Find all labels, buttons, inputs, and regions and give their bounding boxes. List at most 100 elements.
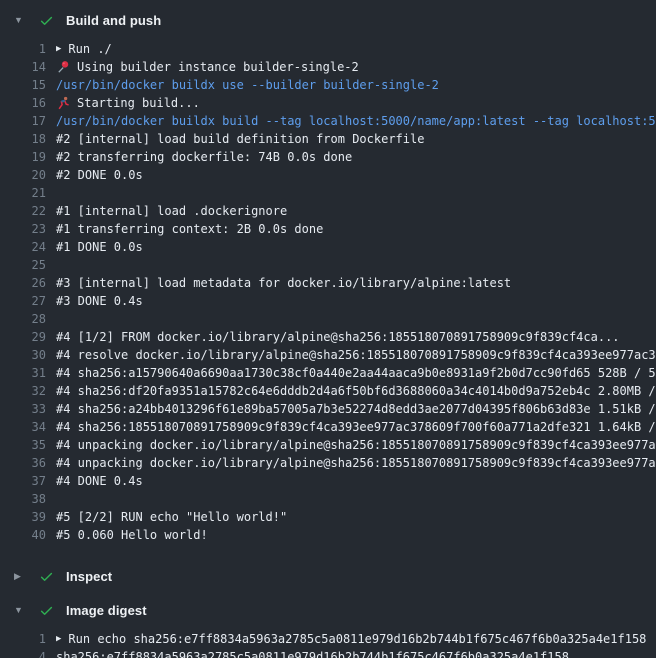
log-line: 35 #4 unpacking docker.io/library/alpine@… xyxy=(0,436,656,454)
log-text: #4 DONE 0.4s xyxy=(56,472,656,490)
line-number[interactable]: 15 xyxy=(0,76,46,94)
log-text: #4 sha256:df20fa9351a15782c64e6dddb2d4a6… xyxy=(56,382,656,400)
line-number[interactable]: 14 xyxy=(0,58,46,76)
chevron-down-icon: ▼ xyxy=(14,606,28,615)
pushpin-icon xyxy=(56,60,70,74)
log-text-content: Run echo sha256:e7ff8834a5963a2785c5a081… xyxy=(68,630,646,648)
log-line: 4 sha256:e7ff8834a5963a2785c5a0811e979d16… xyxy=(0,648,656,658)
line-number[interactable]: 1 xyxy=(0,40,46,58)
chevron-right-icon: ▶ xyxy=(14,572,28,581)
log-line: 19 #2 transferring dockerfile: 74B 0.0s d… xyxy=(0,148,656,166)
log-text-content: /usr/bin/docker buildx use --builder bui… xyxy=(56,76,439,94)
line-number[interactable]: 20 xyxy=(0,166,46,184)
log-text: #1 [internal] load .dockerignore xyxy=(56,202,656,220)
log-command-text: /usr/bin/docker buildx use --builder bui… xyxy=(56,76,656,94)
log-line: 18 #2 [internal] load build definition fr… xyxy=(0,130,656,148)
log-text-content: Using builder instance builder-single-2 xyxy=(77,58,359,76)
log-line: 24 #1 DONE 0.0s xyxy=(0,238,656,256)
log-text-content: /usr/bin/docker buildx build --tag local… xyxy=(56,112,656,130)
log-line: 23 #1 transferring context: 2B 0.0s done xyxy=(0,220,656,238)
log-text: Starting build... xyxy=(56,94,656,112)
log-text-content: #4 unpacking docker.io/library/alpine@sh… xyxy=(56,436,656,454)
log-text: #4 sha256:a15790640a6690aa1730c38cf0a440… xyxy=(56,364,656,382)
log-text-content: #4 unpacking docker.io/library/alpine@sh… xyxy=(56,454,656,472)
line-number[interactable]: 21 xyxy=(0,184,46,202)
line-number[interactable]: 22 xyxy=(0,202,46,220)
log-text: #5 [2/2] RUN echo "Hello world!" xyxy=(56,508,656,526)
log-text: #4 sha256:185518070891758909c9f839cf4ca3… xyxy=(56,418,656,436)
log-text-content: #4 resolve docker.io/library/alpine@sha2… xyxy=(56,346,656,364)
log-text-content: #4 sha256:a15790640a6690aa1730c38cf0a440… xyxy=(56,364,656,382)
log-text: #4 resolve docker.io/library/alpine@sha2… xyxy=(56,346,656,364)
log-line: 16 Starting build... xyxy=(0,94,656,112)
line-number[interactable]: 36 xyxy=(0,454,46,472)
section-title: Build and push xyxy=(66,13,161,28)
log-line: 28 xyxy=(0,310,656,328)
log-text: #4 [1/2] FROM docker.io/library/alpine@s… xyxy=(56,328,656,346)
log-text xyxy=(56,310,656,328)
line-number[interactable]: 28 xyxy=(0,310,46,328)
line-number[interactable]: 38 xyxy=(0,490,46,508)
line-number[interactable]: 39 xyxy=(0,508,46,526)
log-text: Using builder instance builder-single-2 xyxy=(56,58,656,76)
log-line: 21 xyxy=(0,184,656,202)
log-text-content: Starting build... xyxy=(77,94,200,112)
log-text: #4 unpacking docker.io/library/alpine@sh… xyxy=(56,436,656,454)
line-number[interactable]: 25 xyxy=(0,256,46,274)
log-line: 31 #4 sha256:a15790640a6690aa1730c38cf0a4… xyxy=(0,364,656,382)
log-line: 1 ▶ Run echo sha256:e7ff8834a5963a2785c5a0… xyxy=(0,630,656,648)
log-line: 20 #2 DONE 0.0s xyxy=(0,166,656,184)
log-text-content: #4 DONE 0.4s xyxy=(56,472,143,490)
line-number[interactable]: 19 xyxy=(0,148,46,166)
section-header-toggle[interactable]: ▶Inspect xyxy=(0,562,656,590)
log-text: #1 DONE 0.0s xyxy=(56,238,656,256)
log-line: 33 #4 sha256:a24bb4013296f61e89ba57005a7b… xyxy=(0,400,656,418)
log-text-content: Run ./ xyxy=(68,40,111,58)
log-line: 25 xyxy=(0,256,656,274)
line-number[interactable]: 34 xyxy=(0,418,46,436)
section-header-toggle[interactable]: ▼ Image digest xyxy=(0,596,656,624)
log-text-content: #2 transferring dockerfile: 74B 0.0s don… xyxy=(56,148,352,166)
line-number[interactable]: 23 xyxy=(0,220,46,238)
line-number[interactable]: 32 xyxy=(0,382,46,400)
line-number[interactable]: 4 xyxy=(0,648,46,658)
runner-icon xyxy=(56,96,70,110)
run-expand-caret-icon[interactable]: ▶ xyxy=(56,45,61,54)
line-number[interactable]: 29 xyxy=(0,328,46,346)
line-number[interactable]: 1 xyxy=(0,630,46,648)
line-number[interactable]: 24 xyxy=(0,238,46,256)
line-number[interactable]: 18 xyxy=(0,130,46,148)
log-text-content: #4 [1/2] FROM docker.io/library/alpine@s… xyxy=(56,328,620,346)
log-text: #2 [internal] load build definition from… xyxy=(56,130,656,148)
log-text-content: #4 sha256:185518070891758909c9f839cf4ca3… xyxy=(56,418,656,436)
line-number[interactable]: 31 xyxy=(0,364,46,382)
line-number[interactable]: 16 xyxy=(0,94,46,112)
line-number[interactable]: 33 xyxy=(0,400,46,418)
log-text-content: #2 [internal] load build definition from… xyxy=(56,130,424,148)
log-text xyxy=(56,490,656,508)
line-number[interactable]: 17 xyxy=(0,112,46,130)
log-text-content: #1 transferring context: 2B 0.0s done xyxy=(56,220,323,238)
log-text: #4 sha256:a24bb4013296f61e89ba57005a7b3e… xyxy=(56,400,656,418)
line-number[interactable]: 26 xyxy=(0,274,46,292)
section-header-toggle[interactable]: ▼Build and push xyxy=(0,6,656,34)
line-number[interactable]: 37 xyxy=(0,472,46,490)
section-log-lines: 1 ▶ Run ./ 14 Using builder instance builder… xyxy=(0,34,656,556)
line-number[interactable]: 30 xyxy=(0,346,46,364)
log-text: sha256:e7ff8834a5963a2785c5a0811e979d16b… xyxy=(56,648,656,658)
section-title: Image digest xyxy=(66,603,147,618)
log-text-content: #5 [2/2] RUN echo "Hello world!" xyxy=(56,508,287,526)
log-line: 36 #4 unpacking docker.io/library/alpine@… xyxy=(0,454,656,472)
log-text: #3 DONE 0.4s xyxy=(56,292,656,310)
log-text: ▶ Run echo sha256:e7ff8834a5963a2785c5a08… xyxy=(56,630,656,648)
log-line: 38 xyxy=(0,490,656,508)
line-number[interactable]: 35 xyxy=(0,436,46,454)
log-text: #2 transferring dockerfile: 74B 0.0s don… xyxy=(56,148,656,166)
log-line: 29 #4 [1/2] FROM docker.io/library/alpine… xyxy=(0,328,656,346)
log-text-content: #3 [internal] load metadata for docker.i… xyxy=(56,274,511,292)
run-expand-caret-icon[interactable]: ▶ xyxy=(56,635,61,644)
line-number[interactable]: 27 xyxy=(0,292,46,310)
log-command-text: /usr/bin/docker buildx build --tag local… xyxy=(56,112,656,130)
log-text-content: #2 DONE 0.0s xyxy=(56,166,143,184)
line-number[interactable]: 40 xyxy=(0,526,46,544)
